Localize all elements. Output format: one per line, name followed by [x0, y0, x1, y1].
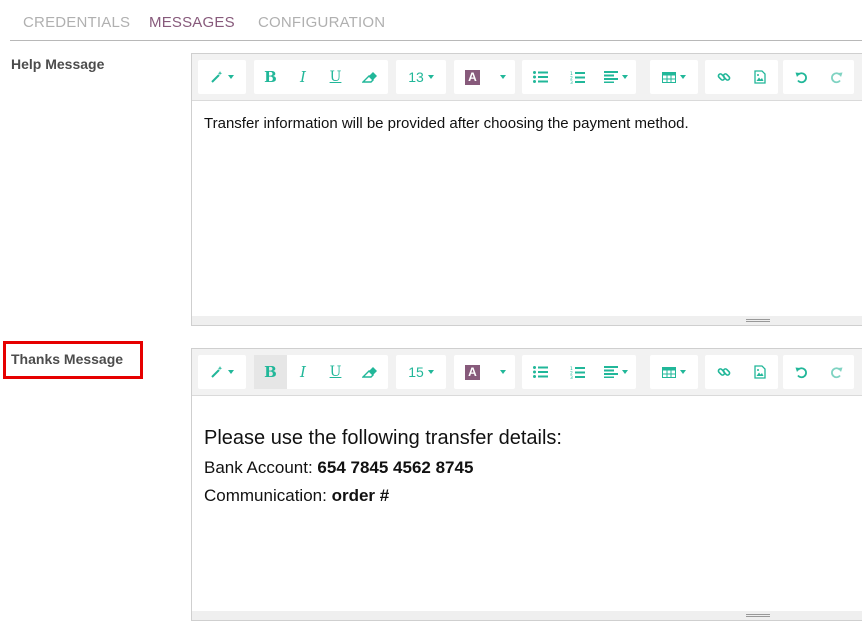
- thanks-message-content[interactable]: Please use the following transfer detail…: [192, 397, 862, 527]
- link-icon: [717, 365, 731, 379]
- remove-format-button[interactable]: [352, 355, 388, 389]
- color-group: A: [454, 355, 515, 389]
- link-icon: [717, 70, 731, 84]
- thanks-editor-toolbar: B I U 15 A 123: [192, 349, 862, 396]
- italic-button[interactable]: I: [287, 355, 319, 389]
- resize-grip-icon: [746, 614, 770, 617]
- font-color-icon: A: [465, 364, 480, 380]
- align-dropdown-button[interactable]: [596, 355, 636, 389]
- insert-group: [705, 60, 778, 94]
- thanks-editor-resize-bar[interactable]: [192, 611, 862, 620]
- paragraph-group: 123: [522, 60, 636, 94]
- table-group: [650, 355, 698, 389]
- font-size-dropdown[interactable]: 13: [396, 60, 446, 94]
- font-color-button[interactable]: A: [454, 60, 491, 94]
- link-button[interactable]: [705, 60, 742, 94]
- table-icon: [662, 71, 676, 83]
- redo-button[interactable]: [819, 60, 854, 94]
- magic-wand-icon: [210, 365, 224, 379]
- help-message-content[interactable]: Transfer information will be provided af…: [192, 102, 862, 145]
- font-color-button[interactable]: A: [454, 355, 491, 389]
- eraser-icon: [362, 71, 378, 83]
- table-icon: [662, 366, 676, 378]
- link-button[interactable]: [705, 355, 742, 389]
- image-button[interactable]: [742, 60, 778, 94]
- image-button[interactable]: [742, 355, 778, 389]
- numbered-list-icon: 123: [570, 71, 585, 84]
- history-group: [783, 60, 854, 94]
- table-dropdown-button[interactable]: [650, 60, 698, 94]
- color-group: A: [454, 60, 515, 94]
- font-size-group: 13: [396, 60, 446, 94]
- svg-text:3: 3: [570, 80, 573, 84]
- underline-button[interactable]: U: [319, 60, 352, 94]
- table-dropdown-button[interactable]: [650, 355, 698, 389]
- style-group: [198, 355, 246, 389]
- tab-configuration[interactable]: CONFIGURATION: [258, 14, 385, 31]
- bank-account-label: Bank Account:: [204, 458, 318, 477]
- style-dropdown-button[interactable]: [198, 60, 246, 94]
- help-message-text: Transfer information will be provided af…: [204, 115, 689, 132]
- undo-icon: [795, 366, 808, 379]
- color-dropdown-toggle[interactable]: [491, 60, 515, 94]
- italic-button[interactable]: I: [287, 60, 319, 94]
- bulleted-list-icon: [533, 71, 548, 83]
- help-editor-toolbar: B I U 13 A 123: [192, 54, 862, 101]
- communication-line: Communication: order #: [204, 486, 850, 506]
- numbered-list-button[interactable]: 123: [559, 355, 596, 389]
- align-icon: [604, 366, 618, 378]
- style-group: [198, 60, 246, 94]
- bulleted-list-icon: [533, 366, 548, 378]
- redo-button[interactable]: [819, 355, 854, 389]
- redo-icon: [830, 366, 843, 379]
- help-message-editor: B I U 13 A 123 Transfer information will…: [191, 53, 862, 326]
- thanks-message-label: Thanks Message: [11, 351, 124, 367]
- undo-icon: [795, 71, 808, 84]
- numbered-list-button[interactable]: 123: [559, 60, 596, 94]
- help-message-label: Help Message: [11, 56, 105, 72]
- tab-bar: CREDENTIALS MESSAGES CONFIGURATION: [10, 0, 862, 41]
- help-editor-resize-bar[interactable]: [192, 316, 862, 325]
- communication-label: Communication:: [204, 486, 332, 505]
- tab-messages[interactable]: MESSAGES: [149, 14, 235, 31]
- font-format-group: B I U: [254, 60, 388, 94]
- font-format-group: B I U: [254, 355, 388, 389]
- align-icon: [604, 71, 618, 83]
- eraser-icon: [362, 366, 378, 378]
- paragraph-group: 123: [522, 355, 636, 389]
- svg-text:3: 3: [570, 375, 573, 379]
- tab-credentials[interactable]: CREDENTIALS: [23, 14, 130, 31]
- bank-account-line: Bank Account: 654 7845 4562 8745: [204, 458, 850, 478]
- bulleted-list-button[interactable]: [522, 60, 559, 94]
- insert-group: [705, 355, 778, 389]
- resize-grip-icon: [746, 319, 770, 322]
- font-size-dropdown[interactable]: 15: [396, 355, 446, 389]
- bulleted-list-button[interactable]: [522, 355, 559, 389]
- undo-button[interactable]: [783, 60, 819, 94]
- image-icon: [754, 70, 766, 84]
- font-color-icon: A: [465, 69, 480, 85]
- redo-icon: [830, 71, 843, 84]
- align-dropdown-button[interactable]: [596, 60, 636, 94]
- font-size-group: 15: [396, 355, 446, 389]
- history-group: [783, 355, 854, 389]
- communication-value: order #: [331, 486, 390, 505]
- color-dropdown-toggle[interactable]: [491, 355, 515, 389]
- underline-button[interactable]: U: [319, 355, 352, 389]
- numbered-list-icon: 123: [570, 366, 585, 379]
- bank-account-value: 654 7845 4562 8745: [317, 458, 474, 477]
- image-icon: [754, 365, 766, 379]
- magic-wand-icon: [210, 70, 224, 84]
- thanks-heading: Please use the following transfer detail…: [204, 427, 562, 449]
- table-group: [650, 60, 698, 94]
- bold-button[interactable]: B: [254, 355, 287, 389]
- undo-button[interactable]: [783, 355, 819, 389]
- thanks-message-editor: B I U 15 A 123 Please use the following …: [191, 348, 862, 621]
- remove-format-button[interactable]: [352, 60, 388, 94]
- style-dropdown-button[interactable]: [198, 355, 246, 389]
- bold-button[interactable]: B: [254, 60, 287, 94]
